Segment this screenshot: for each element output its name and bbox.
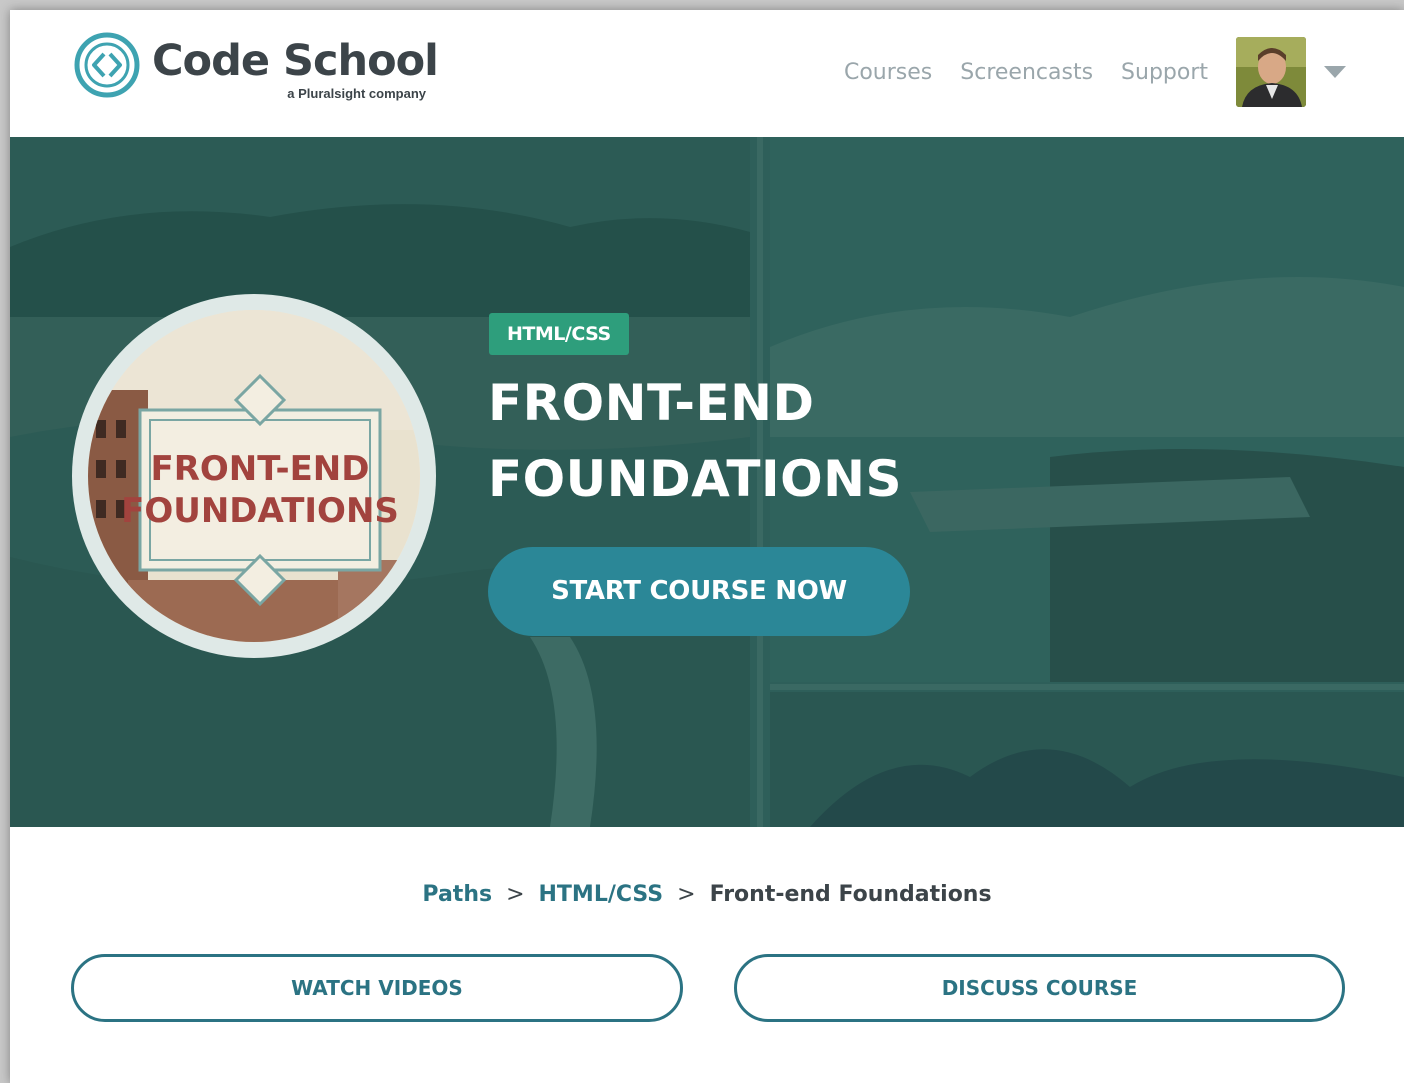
category-tag[interactable]: HTML/CSS bbox=[489, 313, 629, 355]
course-hero: FRONT-END FOUNDATIONS HTML/CSS FRONT-END… bbox=[10, 137, 1404, 827]
course-title: FRONT-END FOUNDATIONS bbox=[488, 365, 1048, 517]
brand-subtitle: a Pluralsight company bbox=[287, 86, 426, 101]
nav-support[interactable]: Support bbox=[1121, 60, 1208, 85]
breadcrumb-html-css[interactable]: HTML/CSS bbox=[539, 882, 664, 907]
nav-screencasts[interactable]: Screencasts bbox=[960, 60, 1093, 85]
badge-text-line2: FOUNDATIONS bbox=[121, 491, 399, 531]
avatar-portrait bbox=[1236, 37, 1306, 107]
course-badge-art: FRONT-END FOUNDATIONS bbox=[88, 310, 420, 642]
nav-courses[interactable]: Courses bbox=[844, 60, 932, 85]
chevron-down-icon[interactable] bbox=[1324, 66, 1346, 78]
breadcrumb: Paths > HTML/CSS > Front-end Foundations bbox=[10, 882, 1404, 907]
browser-page: Code School a Pluralsight company Course… bbox=[10, 10, 1404, 1083]
course-title-line2: FOUNDATIONS bbox=[488, 450, 902, 508]
course-badge: FRONT-END FOUNDATIONS bbox=[88, 310, 420, 642]
breadcrumb-current: Front-end Foundations bbox=[709, 882, 992, 907]
logo-wordmark: Code School a Pluralsight company bbox=[152, 32, 439, 101]
start-course-button[interactable]: START COURSE NOW bbox=[488, 547, 910, 636]
course-title-line1: FRONT-END bbox=[488, 374, 815, 432]
watch-videos-button[interactable]: WATCH VIDEOS bbox=[71, 954, 683, 1022]
badge-text-line1: FRONT-END bbox=[151, 449, 370, 489]
brand-name: Code School bbox=[152, 36, 439, 86]
breadcrumb-separator: > bbox=[677, 882, 696, 907]
site-header: Code School a Pluralsight company Course… bbox=[10, 10, 1404, 137]
breadcrumb-paths[interactable]: Paths bbox=[422, 882, 492, 907]
main-nav: Courses Screencasts Support bbox=[844, 36, 1404, 108]
discuss-course-button[interactable]: DISCUSS COURSE bbox=[734, 954, 1345, 1022]
user-avatar[interactable] bbox=[1236, 37, 1306, 107]
breadcrumb-separator: > bbox=[506, 882, 525, 907]
code-school-logo-icon bbox=[74, 32, 140, 98]
code-school-logo[interactable]: Code School a Pluralsight company bbox=[74, 32, 439, 101]
